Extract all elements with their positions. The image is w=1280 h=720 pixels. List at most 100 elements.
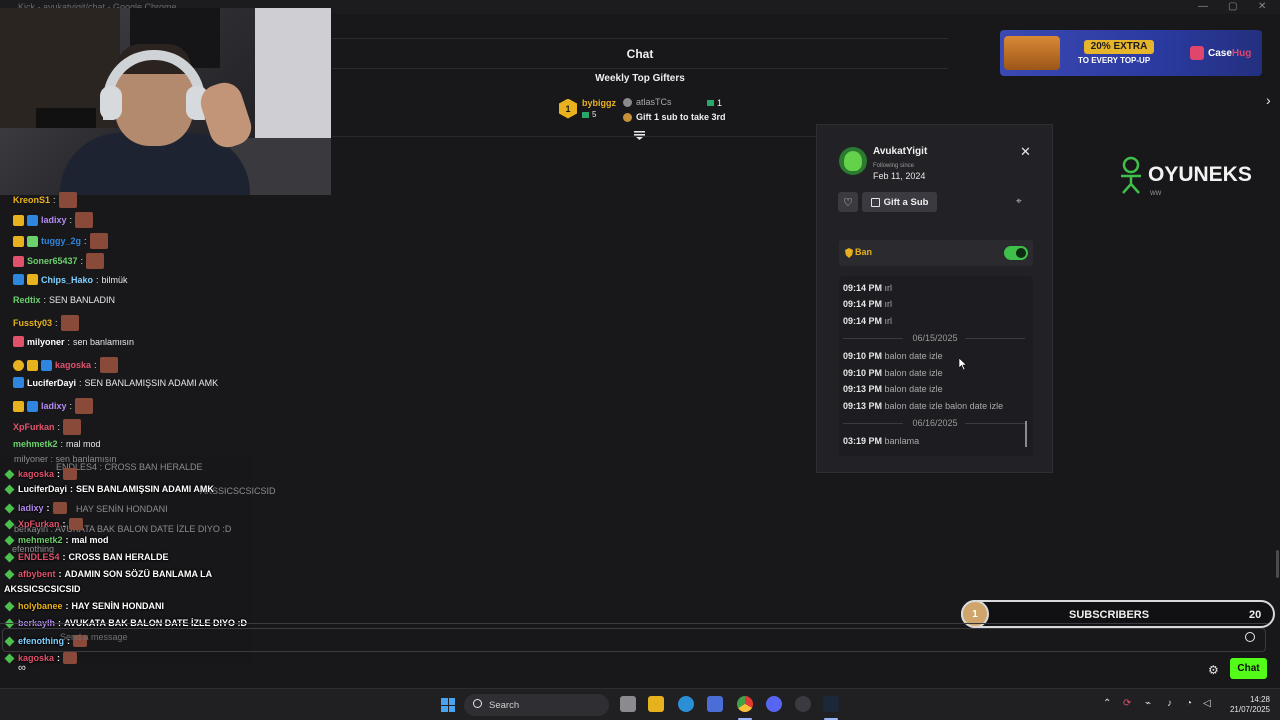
log-scrollbar[interactable] (1025, 421, 1027, 447)
overlay-text: CROSS BAN HERALDE (68, 552, 169, 562)
chrome-icon[interactable] (737, 696, 753, 712)
overlay-colon: : (62, 519, 66, 529)
top-gifter-first[interactable]: 1 bybiggz 5 (559, 98, 616, 119)
gift-icon (582, 111, 589, 118)
chat-message: LuciferDayi: SEN BANLAMIŞSIN ADAMI AMK (13, 377, 218, 388)
minimize-button[interactable]: — (1198, 1, 1208, 12)
chat-colon: : (96, 274, 99, 285)
mic-icon[interactable]: ♪ (1167, 698, 1172, 709)
chat-username[interactable]: XpFurkan (13, 422, 55, 432)
store-icon[interactable] (707, 696, 723, 712)
gear-icon[interactable]: ⚙ (1208, 663, 1219, 677)
chat-colon: : (79, 377, 82, 388)
chat-username[interactable]: Redtix (13, 295, 41, 305)
emote-icon (89, 233, 108, 249)
chat-username[interactable]: ladixy (41, 215, 67, 225)
chat-username[interactable]: Chips_Hako (41, 275, 93, 285)
chat-message: ladixy: (13, 398, 94, 414)
chat-colon: : (57, 422, 61, 432)
expand-gifters-icon[interactable] (634, 130, 645, 140)
chat-username[interactable]: Fussty03 (13, 318, 52, 328)
chat-input[interactable] (2, 628, 1266, 652)
task-view-icon[interactable] (620, 696, 636, 712)
chevron-up-icon[interactable]: ⌃ (1103, 698, 1111, 709)
chat-message: KreonS1: (13, 192, 77, 208)
taskbar-search[interactable]: Search (464, 694, 609, 716)
log-date-separator: 06/15/2025 (843, 333, 1025, 343)
steam-icon[interactable] (823, 696, 839, 712)
following-since-date: Feb 11, 2024 (873, 171, 926, 181)
overlay-username: LuciferDayi (18, 484, 68, 494)
chat-username[interactable]: Soner65437 (27, 256, 78, 266)
chat-username[interactable]: mehmetk2 (13, 439, 58, 449)
blue-badge-icon (27, 214, 38, 226)
blue-badge-icon (13, 377, 24, 388)
gifter-second-count-value: 1 (717, 98, 723, 108)
overlay-chat-message: kagoska: (4, 652, 78, 664)
separator-line (843, 423, 903, 424)
round-badge-icon (13, 359, 24, 371)
close-window-button[interactable]: ✕ (1258, 1, 1266, 12)
diamond-badge-icon (4, 535, 15, 545)
gift-sub-label: Gift a Sub (883, 196, 929, 208)
diamond-badge-icon (4, 503, 15, 513)
ban-toggle[interactable] (1004, 246, 1028, 260)
top-gifters-title: Weekly Top Gifters (595, 73, 685, 84)
overlay-colon: : (58, 569, 62, 579)
chat-username[interactable]: kagoska (55, 360, 91, 370)
shield-icon (845, 248, 853, 258)
sync-icon[interactable]: ⟳ (1123, 698, 1131, 709)
chevron-right-icon[interactable]: › (1266, 92, 1271, 108)
user-card-popup: AvukatYigit Following since Feb 11, 2024… (816, 124, 1053, 473)
rank-badge-icon: 1 (559, 98, 577, 119)
gifter-second-count: 1 (707, 98, 722, 108)
page-scrollbar[interactable] (1276, 550, 1279, 578)
ad-brand-a: Case (1208, 47, 1232, 59)
volume-icon[interactable]: ◁ (1203, 698, 1211, 709)
gift-sub-button[interactable]: Gift a Sub (862, 192, 937, 212)
overlay-text: HAY SENİN HONDANI (71, 601, 165, 611)
emoji-icon[interactable] (1245, 632, 1255, 642)
sponsor-name: OYUNEKS (1148, 163, 1252, 186)
log-time: 09:13 PM (843, 384, 883, 394)
chat-colon: : (67, 336, 71, 347)
chat-username[interactable]: milyoner (27, 337, 65, 347)
overlay-text: ADAMIN SON SÖZÜ BANLAMA LA (64, 569, 213, 579)
maximize-button[interactable]: ▢ (1228, 1, 1237, 12)
diamond-badge-icon (4, 552, 15, 562)
pin-icon[interactable]: ⌖ (1016, 196, 1022, 207)
overlay-colon: : (57, 469, 61, 479)
clock-time: 14:28 (1249, 695, 1270, 704)
emote-icon (75, 212, 94, 228)
windows-start-icon[interactable] (441, 698, 455, 712)
chat-username[interactable]: KreonS1 (13, 195, 50, 205)
discord-icon[interactable] (766, 696, 782, 712)
webcam-bottles (36, 108, 96, 128)
network-icon[interactable]: ⌁ (1145, 698, 1151, 709)
edge-icon[interactable] (678, 696, 694, 712)
chat-message: Chips_Hako: bilmük (13, 274, 128, 285)
file-explorer-icon[interactable] (648, 696, 664, 712)
app-icon[interactable] (795, 696, 811, 712)
log-entry: 09:14 PM ırl (843, 316, 892, 326)
follow-heart-button[interactable]: ♡ (838, 192, 858, 212)
overlay-chat-message: LuciferDayi: SEN BANLAMIŞSIN ADAMI AMK (4, 484, 214, 494)
subs-label: SUBSCRIBERS (1069, 609, 1150, 621)
chat-message: Fussty03: (13, 315, 79, 331)
chat-title: Chat (626, 47, 654, 61)
chat-message-list[interactable]: KreonS1: ladixy: tuggy_2g: Soner65437: Chips… (0, 190, 330, 460)
chat-username[interactable]: ladixy (41, 401, 67, 411)
ad-banner[interactable]: 20% EXTRA TO EVERY TOP-UP Case Hug (1000, 30, 1262, 76)
log-time: 09:14 PM (843, 316, 883, 326)
user-card-username[interactable]: AvukatYigit (873, 146, 927, 157)
chat-username[interactable]: LuciferDayi (27, 378, 76, 388)
message-log[interactable]: 09:14 PM ırl 09:14 PM ırl 09:14 PM ırl 0… (839, 276, 1033, 456)
wifi-icon[interactable]: ◔ (1186, 698, 1192, 709)
taskbar-clock[interactable]: 14:28 21/07/2025 (1222, 695, 1270, 715)
casehug-icon (1190, 46, 1204, 60)
close-icon[interactable]: ✕ (1020, 144, 1031, 160)
pink-badge-icon (13, 336, 24, 347)
chat-username[interactable]: tuggy_2g (41, 236, 81, 246)
ad-brand-logo: Case Hug (1190, 46, 1251, 60)
send-chat-button[interactable]: Chat (1230, 658, 1267, 679)
